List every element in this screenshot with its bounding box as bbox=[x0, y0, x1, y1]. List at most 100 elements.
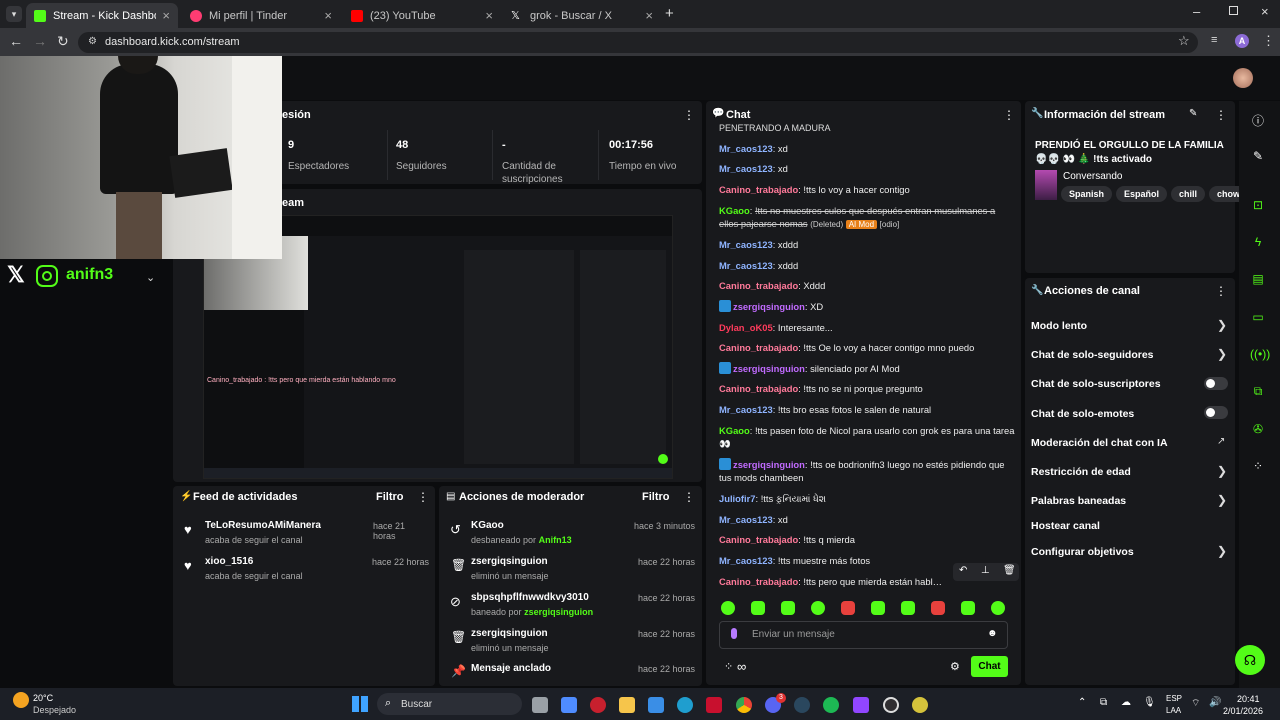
configure-goals-item[interactable]: Configurar objetivos bbox=[1031, 546, 1134, 558]
chevron-down-icon[interactable]: ⌄ bbox=[146, 271, 155, 284]
support-button[interactable]: ☊ bbox=[1235, 645, 1265, 675]
list-item[interactable]: ♥ TeLoResumoAMiManera acaba de seguir el… bbox=[180, 520, 430, 548]
chat-username[interactable]: zsergiqsinguion bbox=[733, 459, 805, 470]
mod-filter-button[interactable]: Filtro bbox=[642, 491, 670, 503]
emote-icon[interactable] bbox=[721, 601, 735, 615]
chat-username[interactable]: Mr_caos123 bbox=[719, 555, 773, 566]
obs-icon[interactable] bbox=[883, 697, 899, 713]
bolt-icon[interactable]: ϟ bbox=[1250, 235, 1266, 249]
tag-chip[interactable]: Español bbox=[1116, 186, 1168, 202]
chat-username[interactable]: Juliofir7 bbox=[719, 493, 755, 504]
chat-message[interactable]: Canino_trabajado: !tts pero que mierda e… bbox=[719, 575, 947, 588]
close-icon[interactable]: × bbox=[324, 8, 332, 23]
mod-item[interactable]: 🗑 zsergiqsinguion eliminó un mensaje hac… bbox=[446, 556, 696, 586]
chat-username[interactable]: Mr_caos123 bbox=[719, 260, 773, 271]
emote-icon[interactable] bbox=[751, 601, 765, 615]
emotes-only-toggle[interactable] bbox=[1204, 406, 1228, 419]
chat-message[interactable]: Juliofir7: !tts ફ઼નિયામાં ધેશ bbox=[719, 492, 1015, 505]
chevron-right-icon[interactable]: ❯ bbox=[1217, 544, 1227, 558]
chat-username[interactable]: zsergiqsinguion bbox=[733, 363, 805, 374]
list-icon[interactable]: ▤ bbox=[1250, 272, 1266, 286]
twitch-icon[interactable] bbox=[853, 697, 869, 713]
close-icon[interactable]: × bbox=[162, 8, 170, 23]
chat-send-button[interactable]: Chat bbox=[971, 656, 1008, 677]
tab-kick-dashboard[interactable]: Stream - Kick Dashboard × bbox=[26, 3, 178, 28]
more-icon[interactable]: ⋮ bbox=[1215, 108, 1227, 122]
chat-message[interactable]: zsergiqsinguion: !tts oe bodrionifn3 lue… bbox=[719, 458, 1015, 484]
emote-icon[interactable] bbox=[991, 601, 1005, 615]
subscribers-only-item[interactable]: Chat de solo-suscriptores bbox=[1031, 378, 1161, 390]
chat-username[interactable]: Mr_caos123 bbox=[719, 163, 773, 174]
emote-icon[interactable] bbox=[871, 601, 885, 615]
slow-mode-item[interactable]: Modo lento bbox=[1031, 320, 1087, 332]
chat-message[interactable]: Canino_trabajado: !tts Oe lo voy a hacer… bbox=[719, 341, 1015, 354]
list-item[interactable]: ♥ xioo_1516 acaba de seguir el canal hac… bbox=[180, 556, 430, 584]
chat-username[interactable]: KGaoo bbox=[719, 425, 750, 436]
clock-date[interactable]: 2/01/2026 bbox=[1223, 706, 1263, 716]
chevron-right-icon[interactable]: ❯ bbox=[1217, 493, 1227, 507]
chevron-up-icon[interactable]: ⌃ bbox=[1078, 697, 1086, 708]
more-icon[interactable]: ⋮ bbox=[683, 108, 695, 122]
chevron-right-icon[interactable]: ❯ bbox=[1217, 318, 1227, 332]
chat-message[interactable]: Canino_trabajado: !tts q mierda bbox=[719, 533, 1015, 546]
tab-tinder[interactable]: Mi perfil | Tinder × bbox=[182, 3, 340, 28]
chat-username[interactable]: Canino_trabajado bbox=[719, 383, 798, 394]
app-icon[interactable] bbox=[590, 697, 606, 713]
users-icon[interactable]: ⧉ bbox=[1250, 384, 1266, 399]
emote-icon[interactable] bbox=[811, 601, 825, 615]
chat-username[interactable]: Mr_caos123 bbox=[719, 514, 773, 525]
chat-username[interactable]: zsergiqsinguion bbox=[733, 301, 805, 312]
wrench-icon[interactable]: ✇ bbox=[1250, 422, 1266, 436]
edit-icon[interactable]: ✎ bbox=[1189, 108, 1197, 119]
file-explorer-icon[interactable] bbox=[619, 697, 635, 713]
chat-message[interactable]: Dylan_oK05: Interesante... bbox=[719, 321, 1015, 334]
language-top[interactable]: ESP bbox=[1166, 694, 1182, 703]
task-view-icon[interactable] bbox=[532, 697, 548, 713]
host-channel-item[interactable]: Hostear canal bbox=[1031, 520, 1100, 532]
chat-message[interactable]: Canino_trabajado: !tts no se ni porque p… bbox=[719, 382, 1015, 395]
trash-icon[interactable]: 🗑 bbox=[1003, 565, 1016, 576]
chat-message[interactable]: KGaoo: !tts pasen foto de Nicol para usa… bbox=[719, 424, 1015, 450]
app-icon[interactable] bbox=[912, 697, 928, 713]
chat-username[interactable]: Mr_caos123 bbox=[719, 404, 773, 415]
wifi-icon[interactable]: ⌔ bbox=[1191, 697, 1200, 710]
spotify-icon[interactable] bbox=[823, 697, 839, 713]
chat-username[interactable]: Canino_trabajado bbox=[719, 342, 798, 353]
forward-button[interactable]: → bbox=[33, 33, 47, 49]
back-button[interactable]: ← bbox=[9, 33, 23, 49]
chat-message[interactable]: zsergiqsinguion: XD bbox=[719, 300, 1015, 313]
chat-message[interactable]: Mr_caos123: xd bbox=[719, 162, 1015, 175]
emotes-only-item[interactable]: Chat de solo-emotes bbox=[1031, 408, 1134, 420]
onedrive-icon[interactable]: ☁ bbox=[1121, 697, 1131, 708]
chat-username[interactable]: KGaoo bbox=[719, 205, 750, 216]
chat-username[interactable]: Dylan_oK05 bbox=[719, 322, 773, 333]
settings-dots-icon[interactable]: ⁘ bbox=[724, 660, 733, 673]
emote-icon[interactable] bbox=[961, 601, 975, 615]
reading-list-icon[interactable]: ≡ bbox=[1211, 34, 1217, 46]
url-text[interactable]: dashboard.kick.com/stream bbox=[105, 36, 240, 48]
chat-username[interactable]: Canino_trabajado bbox=[719, 576, 798, 587]
steam-icon[interactable] bbox=[794, 697, 810, 713]
banned-words-item[interactable]: Palabras baneadas bbox=[1031, 495, 1126, 507]
chat-username[interactable]: Canino_trabajado bbox=[719, 280, 798, 291]
maximize-button[interactable] bbox=[1229, 6, 1238, 15]
tag-chip[interactable]: Spanish bbox=[1061, 186, 1113, 202]
taskbar-search[interactable] bbox=[377, 693, 522, 715]
microphone-icon[interactable]: 🎙 bbox=[1143, 697, 1156, 708]
tab-grok-x[interactable]: 𝕏 grok - Buscar / X × bbox=[503, 3, 661, 28]
chat-username[interactable]: Mr_caos123 bbox=[719, 239, 773, 250]
age-restriction-item[interactable]: Restricción de edad bbox=[1031, 466, 1131, 478]
emote-icon[interactable] bbox=[781, 601, 795, 615]
mod-item[interactable]: ↺ KGaoo desbaneado por Anifn13 hace 3 mi… bbox=[446, 520, 696, 550]
emote-icon[interactable] bbox=[901, 601, 915, 615]
microphone-icon[interactable] bbox=[731, 628, 737, 639]
broadcast-icon[interactable]: ((•)) bbox=[1250, 347, 1270, 361]
profile-avatar[interactable]: A bbox=[1235, 34, 1249, 48]
chat-message[interactable]: Canino_trabajado: Xddd bbox=[719, 279, 1015, 292]
chat-message[interactable]: Mr_caos123: xddd bbox=[719, 259, 1015, 272]
more-icon[interactable]: ⋮ bbox=[417, 490, 429, 504]
target-icon[interactable]: ⊡ bbox=[1250, 198, 1266, 212]
language-bottom[interactable]: LAA bbox=[1166, 706, 1181, 715]
ai-moderation-item[interactable]: Moderación del chat con IA bbox=[1031, 437, 1168, 449]
chat-message[interactable]: Mr_caos123: xd bbox=[719, 513, 1015, 526]
